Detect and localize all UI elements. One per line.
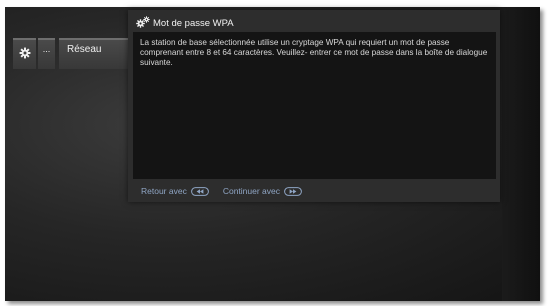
dialog-title: Mot de passe WPA [153, 17, 234, 29]
fast-forward-button-icon [284, 186, 302, 196]
dialog-message: La station de base sélectionnée utilise … [133, 32, 496, 179]
right-edge-panel [502, 7, 540, 301]
wpa-password-dialog: Mot de passe WPA La station de base séle… [128, 10, 500, 202]
breadcrumb-network[interactable]: Réseau [59, 38, 128, 69]
breadcrumb-settings[interactable] [13, 38, 36, 69]
back-hint[interactable]: Retour avec [141, 186, 209, 196]
continue-hint-label: Continuer avec [222, 186, 281, 196]
dialog-title-bar: Mot de passe WPA [136, 15, 234, 31]
back-hint-label: Retour avec [141, 186, 187, 196]
dialog-footer: Retour avec Continuer avec [141, 185, 316, 197]
gears-icon [136, 15, 150, 31]
breadcrumb-ellipsis[interactable]: ... [38, 38, 55, 69]
continue-hint[interactable]: Continuer avec [223, 186, 302, 196]
rewind-button-icon [190, 186, 209, 196]
breadcrumb-network-label: Réseau [67, 44, 102, 55]
gear-icon [19, 46, 31, 64]
